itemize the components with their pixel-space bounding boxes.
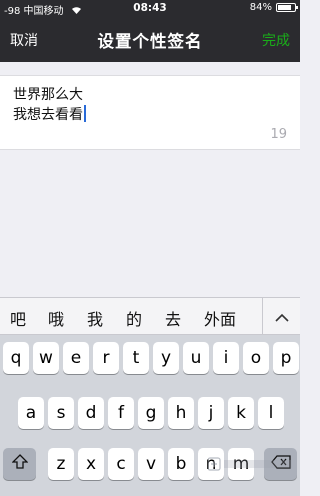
key-b[interactable]: b: [168, 448, 194, 480]
battery-icon: [276, 3, 298, 12]
shift-key[interactable]: [3, 448, 36, 480]
key-v[interactable]: v: [138, 448, 164, 480]
key-l[interactable]: l: [258, 397, 284, 429]
candidate-1[interactable]: 吧: [10, 306, 26, 330]
remaining-char-count: 19: [270, 127, 287, 142]
done-button[interactable]: 完成: [262, 30, 290, 50]
key-i[interactable]: i: [213, 342, 239, 374]
signature-line-2: 我想去看看: [13, 107, 83, 123]
candidate-bar: 吧 哦 我 的 去 外面: [0, 297, 300, 335]
key-y[interactable]: y: [153, 342, 179, 374]
key-u[interactable]: u: [183, 342, 209, 374]
status-right: 84%: [249, 2, 298, 13]
key-k[interactable]: k: [228, 397, 254, 429]
signature-line-2-wrap: 我想去看看: [13, 105, 86, 125]
status-bar: -98 中国移动 08:43 84%: [0, 0, 300, 18]
text-caret: [84, 105, 86, 122]
key-j[interactable]: j: [198, 397, 224, 429]
signature-line-1: 世界那么大: [13, 87, 83, 103]
candidate-5[interactable]: 去: [165, 306, 181, 330]
key-q[interactable]: q: [3, 342, 29, 374]
key-p[interactable]: p: [273, 342, 299, 374]
candidate-6[interactable]: 外面: [204, 306, 236, 330]
key-s[interactable]: s: [48, 397, 74, 429]
shift-icon: [10, 454, 29, 474]
watermark-logo: [207, 455, 296, 473]
candidate-3[interactable]: 我: [87, 306, 103, 330]
key-w[interactable]: w: [33, 342, 59, 374]
key-a[interactable]: a: [18, 397, 44, 429]
key-d[interactable]: d: [78, 397, 104, 429]
candidate-4[interactable]: 的: [126, 306, 142, 330]
signature-input[interactable]: 世界那么大 我想去看看 19: [0, 75, 300, 150]
page-title: 设置个性签名: [97, 32, 203, 51]
battery-percent: 84%: [249, 2, 272, 13]
key-g[interactable]: g: [138, 397, 164, 429]
collapse-candidates-button[interactable]: [262, 298, 300, 335]
chevron-up-icon: [274, 307, 289, 326]
key-o[interactable]: o: [243, 342, 269, 374]
key-z[interactable]: z: [48, 448, 74, 480]
key-e[interactable]: e: [63, 342, 89, 374]
key-c[interactable]: c: [108, 448, 134, 480]
key-f[interactable]: f: [108, 397, 134, 429]
key-x[interactable]: x: [78, 448, 104, 480]
nav-bar: 取消 设置个性签名 完成: [0, 18, 300, 62]
key-h[interactable]: h: [168, 397, 194, 429]
signature-text[interactable]: 世界那么大 我想去看看: [13, 85, 86, 125]
key-t[interactable]: t: [123, 342, 149, 374]
battery-fill: [278, 5, 292, 10]
candidate-2[interactable]: 哦: [48, 306, 64, 330]
key-r[interactable]: r: [93, 342, 119, 374]
